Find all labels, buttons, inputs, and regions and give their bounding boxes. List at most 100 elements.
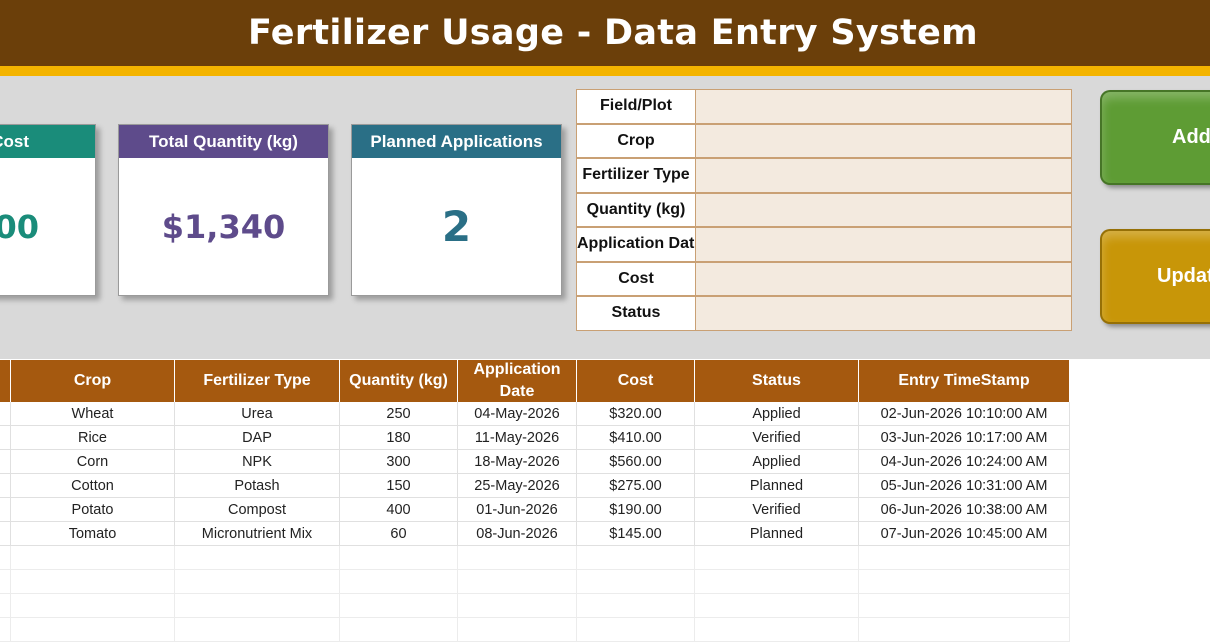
cell-crop[interactable]: Potato (11, 498, 175, 522)
cell-index[interactable] (0, 474, 11, 498)
cell-cost[interactable]: $145.00 (577, 522, 695, 546)
cell-status[interactable] (695, 618, 859, 642)
cell-entry-timestamp[interactable]: 07-Jun-2026 10:45:00 AM (859, 522, 1070, 546)
cell-quantity[interactable] (340, 570, 458, 594)
cell-crop[interactable]: Rice (11, 426, 175, 450)
cell-fertilizer-type[interactable]: Potash (175, 474, 340, 498)
cell-quantity[interactable]: 150 (340, 474, 458, 498)
cell-entry-timestamp[interactable] (859, 546, 1070, 570)
kpi-cost-label: Cost (0, 125, 95, 158)
cell-status[interactable]: Verified (695, 498, 859, 522)
table-row (0, 594, 1070, 618)
cell-index[interactable] (0, 546, 11, 570)
status-input[interactable] (696, 296, 1072, 331)
cell-index[interactable] (0, 426, 11, 450)
cell-cost[interactable] (577, 618, 695, 642)
cell-entry-timestamp[interactable]: 03-Jun-2026 10:17:00 AM (859, 426, 1070, 450)
field-plot-input[interactable] (696, 89, 1072, 124)
cost-input[interactable] (696, 261, 1072, 296)
cell-quantity[interactable] (340, 546, 458, 570)
cell-fertilizer-type[interactable]: Compost (175, 498, 340, 522)
cell-entry-timestamp[interactable]: 02-Jun-2026 10:10:00 AM (859, 402, 1070, 426)
cell-application-date[interactable]: 11-May-2026 (458, 426, 577, 450)
cell-application-date[interactable]: 18-May-2026 (458, 450, 577, 474)
status-label: Status (576, 296, 696, 331)
cell-application-date[interactable] (458, 570, 577, 594)
fertilizer-type-label: Fertilizer Type (576, 158, 696, 193)
kpi-cost-value: 000 (0, 207, 39, 246)
cell-status[interactable] (695, 570, 859, 594)
cell-cost[interactable]: $560.00 (577, 450, 695, 474)
cell-status[interactable]: Verified (695, 426, 859, 450)
cell-fertilizer-type[interactable]: NPK (175, 450, 340, 474)
application-date-label: Application Date (576, 227, 696, 262)
cell-quantity[interactable]: 250 (340, 402, 458, 426)
cell-fertilizer-type[interactable]: Micronutrient Mix (175, 522, 340, 546)
cell-index[interactable] (0, 450, 11, 474)
cell-entry-timestamp[interactable]: 04-Jun-2026 10:24:00 AM (859, 450, 1070, 474)
cell-application-date[interactable] (458, 546, 577, 570)
cell-status[interactable] (695, 594, 859, 618)
cell-status[interactable]: Planned (695, 474, 859, 498)
cell-entry-timestamp[interactable] (859, 594, 1070, 618)
cell-quantity[interactable]: 400 (340, 498, 458, 522)
cell-index[interactable] (0, 522, 11, 546)
cell-application-date[interactable] (458, 618, 577, 642)
cell-application-date[interactable]: 01-Jun-2026 (458, 498, 577, 522)
cell-index[interactable] (0, 618, 11, 642)
cell-crop[interactable] (11, 618, 175, 642)
table-row: Wheat Urea 250 04-May-2026 $320.00 Applied 02-… (0, 402, 1070, 426)
cell-index[interactable] (0, 594, 11, 618)
cell-application-date[interactable]: 08-Jun-2026 (458, 522, 577, 546)
cell-cost[interactable] (577, 546, 695, 570)
cell-crop[interactable]: Cotton (11, 474, 175, 498)
cell-status[interactable]: Applied (695, 450, 859, 474)
cell-entry-timestamp[interactable]: 05-Jun-2026 10:31:00 AM (859, 474, 1070, 498)
cell-quantity[interactable]: 180 (340, 426, 458, 450)
cell-entry-timestamp[interactable] (859, 570, 1070, 594)
cell-index[interactable] (0, 570, 11, 594)
cell-fertilizer-type[interactable]: DAP (175, 426, 340, 450)
cell-fertilizer-type[interactable] (175, 570, 340, 594)
cell-cost[interactable]: $320.00 (577, 402, 695, 426)
cell-entry-timestamp[interactable] (859, 618, 1070, 642)
cell-fertilizer-type[interactable] (175, 594, 340, 618)
cell-cost[interactable] (577, 570, 695, 594)
cell-status[interactable]: Applied (695, 402, 859, 426)
title-banner: Fertilizer Usage - Data Entry System (0, 0, 1210, 66)
cell-quantity[interactable]: 60 (340, 522, 458, 546)
column-header (0, 360, 11, 402)
cell-crop[interactable]: Wheat (11, 402, 175, 426)
cell-entry-timestamp[interactable]: 06-Jun-2026 10:38:00 AM (859, 498, 1070, 522)
cell-cost[interactable]: $410.00 (577, 426, 695, 450)
cell-status[interactable]: Planned (695, 522, 859, 546)
cell-crop[interactable] (11, 594, 175, 618)
cell-application-date[interactable] (458, 594, 577, 618)
cell-application-date[interactable]: 04-May-2026 (458, 402, 577, 426)
quantity-input[interactable] (696, 192, 1072, 227)
cell-fertilizer-type[interactable] (175, 618, 340, 642)
cell-status[interactable] (695, 546, 859, 570)
cell-fertilizer-type[interactable] (175, 546, 340, 570)
crop-input[interactable] (696, 123, 1072, 158)
cell-cost[interactable]: $190.00 (577, 498, 695, 522)
cell-index[interactable] (0, 498, 11, 522)
cell-crop[interactable]: Corn (11, 450, 175, 474)
column-header-quantity: Quantity (kg) (340, 360, 458, 402)
cell-crop[interactable]: Tomato (11, 522, 175, 546)
cell-cost[interactable]: $275.00 (577, 474, 695, 498)
cell-application-date[interactable]: 25-May-2026 (458, 474, 577, 498)
update-button[interactable]: Updat (1100, 229, 1210, 324)
field-plot-label: Field/Plot (576, 89, 696, 124)
cell-fertilizer-type[interactable]: Urea (175, 402, 340, 426)
cell-cost[interactable] (577, 594, 695, 618)
fertilizer-type-input[interactable] (696, 158, 1072, 193)
cell-crop[interactable] (11, 546, 175, 570)
add-button[interactable]: Add (1100, 90, 1210, 185)
cell-index[interactable] (0, 402, 11, 426)
cell-quantity[interactable]: 300 (340, 450, 458, 474)
cell-quantity[interactable] (340, 594, 458, 618)
cell-quantity[interactable] (340, 618, 458, 642)
cell-crop[interactable] (11, 570, 175, 594)
application-date-input[interactable] (696, 227, 1072, 262)
